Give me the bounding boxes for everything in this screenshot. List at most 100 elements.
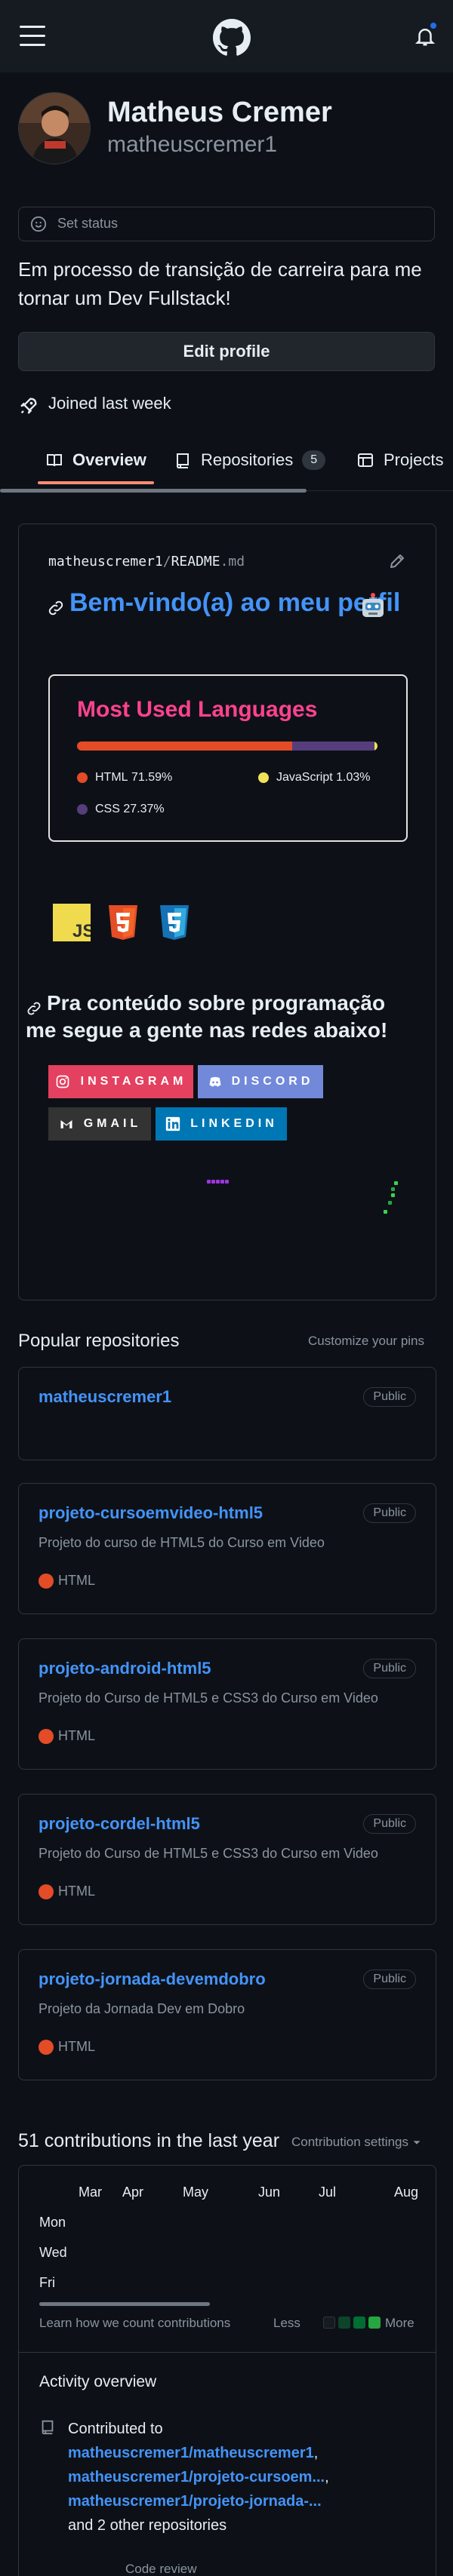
language-javascript-percent: 1.03% <box>336 771 371 784</box>
contribution-cell <box>391 1187 395 1191</box>
book-icon <box>47 454 62 467</box>
contribution-settings-dropdown[interactable]: Contribution settings <box>291 2135 422 2150</box>
hamburger-icon[interactable] <box>20 26 45 47</box>
github-logo-icon[interactable] <box>213 19 251 57</box>
other-repositories-text: and 2 other repositories <box>68 2517 227 2534</box>
robot-emoji-icon <box>359 593 387 620</box>
month-label: Jun <box>258 2185 281 2200</box>
readme-file-ext: .md <box>220 554 245 570</box>
repo-icon <box>39 2418 56 2435</box>
css3-icon <box>156 904 193 941</box>
readme-file-name: README <box>171 554 220 570</box>
language-item-html: HTML 71.59% <box>77 771 172 784</box>
month-label: Jul <box>319 2185 337 2200</box>
weekday-label: Mon <box>39 2215 66 2230</box>
instagram-icon <box>56 1075 69 1088</box>
social-subheading-text: Pra conteúdo sobre programação me segue … <box>26 991 388 1042</box>
popular-repositories-title: Popular repositories <box>18 1331 180 1351</box>
activity-repo-link[interactable]: matheuscremer1/projeto-jornada-... <box>68 2493 322 2510</box>
customize-pins-link[interactable]: Customize your pins <box>308 1334 424 1349</box>
repo-name-link[interactable]: matheuscremer1 <box>39 1387 171 1407</box>
css-color-dot-icon <box>77 804 88 815</box>
instagram-badge[interactable]: INSTAGRAM <box>48 1065 193 1098</box>
html-color-dot-icon <box>77 772 88 783</box>
anchor-link-icon[interactable] <box>47 594 65 615</box>
repo-name-link[interactable]: projeto-cursoemvideo-html5 <box>39 1503 263 1523</box>
language-bar-segment-css <box>291 741 374 751</box>
edit-profile-button[interactable]: Edit profile <box>18 332 435 371</box>
pinned-repo-card: projeto-cordel-html5 Public Projeto do C… <box>18 1794 436 1925</box>
javascript-icon: JS <box>53 904 94 941</box>
legend-level-2 <box>353 2317 365 2329</box>
tabs-scrollbar[interactable] <box>0 489 307 493</box>
tab-overview[interactable]: Overview <box>45 434 146 487</box>
discord-badge[interactable]: DISCORD <box>198 1065 323 1098</box>
repo-language-label: HTML <box>58 2039 95 2054</box>
snake-segment <box>216 1180 220 1184</box>
gmail-badge-label: GMAIL <box>83 1117 142 1130</box>
table-icon <box>358 453 373 467</box>
discord-badge-label: DISCORD <box>231 1075 314 1088</box>
smiley-icon <box>30 216 47 232</box>
pinned-repo-card: projeto-cursoemvideo-html5 Public Projet… <box>18 1483 436 1614</box>
readme-owner-link[interactable]: matheuscremer1 <box>48 554 163 570</box>
legend-less-label: Less <box>273 2316 300 2330</box>
active-tab-indicator <box>38 481 154 484</box>
profile-username: matheuscremer1 <box>107 132 278 157</box>
readme-heading: Bem-vindo(a) ao meu perfil <box>47 588 400 618</box>
visibility-badge: Public <box>363 1814 416 1834</box>
contribution-cell <box>384 1210 387 1214</box>
repo-language-label: HTML <box>58 1884 95 1899</box>
discord-icon <box>209 1076 221 1087</box>
pinned-repo-card: projeto-jornada-devemdobro Public Projet… <box>18 1949 436 2080</box>
repo-language: HTML <box>39 1884 95 1899</box>
snake-segment <box>207 1180 211 1184</box>
calendar-scrollbar[interactable] <box>39 2302 210 2306</box>
language-bar-segment-html <box>77 741 292 751</box>
repo-language: HTML <box>39 1728 95 1744</box>
tab-projects[interactable]: Projects <box>356 434 443 487</box>
visibility-badge: Public <box>363 1387 416 1407</box>
legend-level-3 <box>368 2317 381 2329</box>
readme-heading-text: Bem-vindo(a) ao meu perfil <box>69 588 401 617</box>
linkedin-badge-label: LINKEDIN <box>190 1117 278 1130</box>
snake-segment <box>225 1180 229 1184</box>
svg-text:JS: JS <box>72 921 91 941</box>
repo-description: Projeto do curso de HTML5 do Curso em Vi… <box>39 1535 325 1550</box>
repo-language-label: HTML <box>58 1728 95 1743</box>
language-html-percent: 71.59% <box>131 771 173 784</box>
edit-readme-pencil-icon[interactable] <box>388 552 406 570</box>
language-item-css: CSS 27.37% <box>77 803 165 816</box>
activity-repo-link[interactable]: matheuscremer1/projeto-cursoem... <box>68 2469 325 2485</box>
snake-segment <box>211 1180 215 1184</box>
repo-language: HTML <box>39 1573 95 1589</box>
repo-name-link[interactable]: projeto-jornada-devemdobro <box>39 1970 266 1989</box>
tab-repositories[interactable]: Repositories 5 <box>174 434 326 487</box>
repo-language-label: HTML <box>58 1573 95 1588</box>
joined-date: Joined last week <box>48 394 171 413</box>
tab-overview-label: Overview <box>72 450 146 469</box>
html5-icon <box>104 904 142 941</box>
visibility-badge: Public <box>363 1503 416 1523</box>
linkedin-icon <box>166 1116 180 1131</box>
gmail-icon <box>60 1120 72 1128</box>
linkedin-badge[interactable]: LINKEDIN <box>156 1107 287 1141</box>
html-language-dot-icon <box>39 1573 54 1589</box>
learn-contributions-link[interactable]: Learn how we count contributions <box>39 2316 230 2331</box>
weekday-label: Wed <box>39 2245 67 2260</box>
contributed-to-summary: Contributed to matheuscremer1/matheuscre… <box>68 2417 430 2538</box>
activity-repo-link[interactable]: matheuscremer1/matheuscremer1 <box>68 2445 314 2461</box>
gmail-badge[interactable]: GMAIL <box>48 1107 151 1141</box>
contributed-to-label: Contributed to <box>68 2421 163 2437</box>
pinned-repo-card: projeto-android-html5 Public Projeto do … <box>18 1638 436 1770</box>
contribution-settings-label: Contribution settings <box>291 2135 408 2149</box>
languages-bar <box>77 741 378 751</box>
repo-name-link[interactable]: projeto-android-html5 <box>39 1659 211 1678</box>
month-label: May <box>183 2185 209 2200</box>
anchor-link-icon[interactable] <box>26 996 42 1015</box>
language-javascript-name: JavaScript <box>276 771 333 784</box>
avatar[interactable] <box>18 92 91 164</box>
repo-name-link[interactable]: projeto-cordel-html5 <box>39 1814 200 1834</box>
month-label: Aug <box>394 2185 419 2200</box>
snake-segment <box>220 1180 224 1184</box>
